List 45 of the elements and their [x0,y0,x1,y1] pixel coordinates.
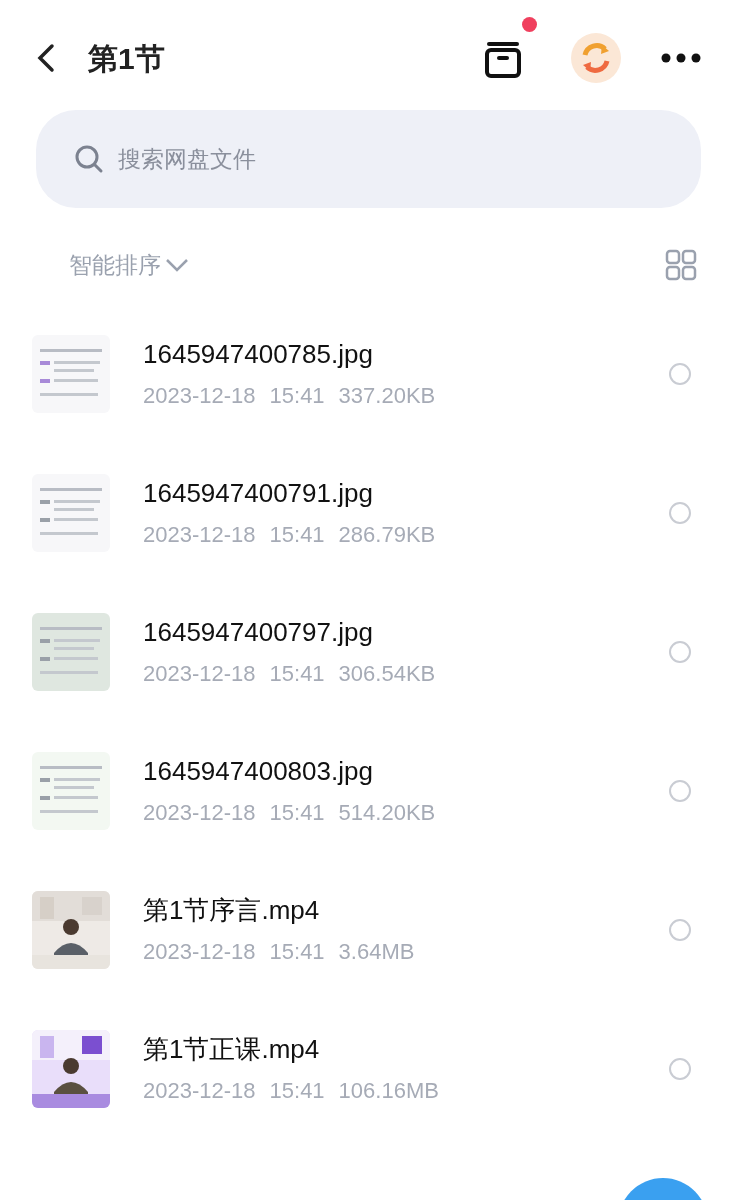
file-name: 1645947400803.jpg [143,755,374,787]
back-icon[interactable] [36,43,56,73]
file-date: 2023-12-18 [143,1077,256,1105]
search-field[interactable]: 搜索网盘文件 [36,110,701,208]
select-radio[interactable] [669,641,691,663]
select-radio[interactable] [669,502,691,524]
sync-icon[interactable] [571,33,621,83]
file-date: 2023-12-18 [143,660,256,688]
grid-view-icon[interactable] [665,249,697,282]
select-radio[interactable] [669,1058,691,1080]
file-size: 106.16MB [338,1077,439,1105]
file-date: 2023-12-18 [143,799,256,827]
select-radio[interactable] [669,780,691,802]
file-time: 15:41 [269,938,325,966]
file-name: 第1节正课.mp4 [143,1033,321,1065]
file-row[interactable]: 第1节序言.mp4 2023-12-18 15:41 3.64MB [0,860,737,1000]
select-radio[interactable] [669,919,691,941]
file-size: 514.20KB [338,799,436,827]
select-radio[interactable] [669,363,691,385]
file-time: 15:41 [269,382,325,410]
file-date: 2023-12-18 [143,938,256,966]
file-name: 1645947400797.jpg [143,616,374,648]
file-time: 15:41 [269,660,325,688]
file-date: 2023-12-18 [143,521,256,549]
file-size: 286.79KB [338,521,436,549]
file-name: 1645947400791.jpg [143,477,374,509]
box-icon[interactable] [483,39,523,79]
file-time: 15:41 [269,799,325,827]
file-size: 3.64MB [338,938,415,966]
file-row[interactable]: 1645947400785.jpg 2023-12-18 15:41 337.20KB [0,304,737,444]
file-name: 1645947400785.jpg [143,338,374,370]
page-title: 第1节 [88,40,165,77]
file-date: 2023-12-18 [143,382,256,410]
file-time: 15:41 [269,521,325,549]
file-row[interactable]: 1645947400791.jpg 2023-12-18 15:41 286.79KB [0,443,737,583]
file-row[interactable]: 1645947400803.jpg 2023-12-18 15:41 514.20KB [0,721,737,861]
file-size: 306.54KB [338,660,436,688]
chevron-icon [165,258,189,273]
file-row[interactable]: 1645947400797.jpg 2023-12-18 15:41 306.54KB [0,582,737,722]
search-icon [74,144,104,174]
file-row[interactable]: 第1节正课.mp4 2023-12-18 15:41 106.16MB [0,999,737,1139]
more-icon[interactable] [661,53,701,63]
file-name: 第1节序言.mp4 [143,894,321,926]
file-time: 15:41 [269,1077,325,1105]
file-size: 337.20KB [338,382,436,410]
